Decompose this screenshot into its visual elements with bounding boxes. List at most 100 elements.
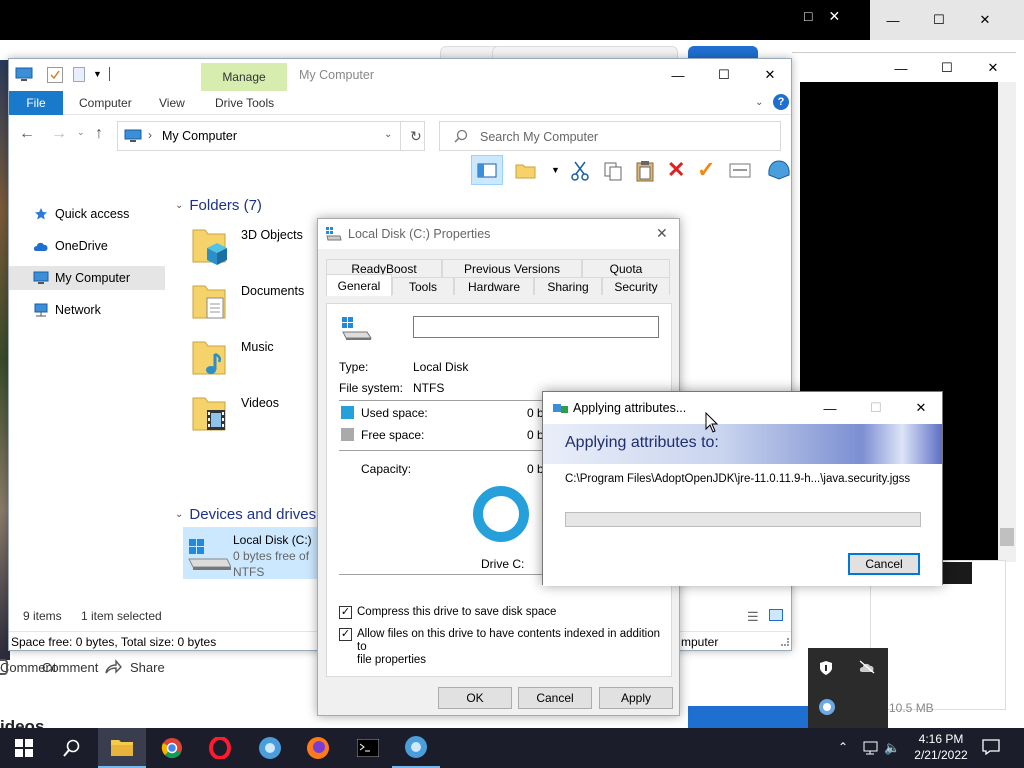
tab-previous-versions[interactable]: Previous Versions: [442, 259, 582, 277]
rename-check-icon[interactable]: ✓: [697, 159, 715, 181]
folder-3d-objects[interactable]: 3D Objects: [191, 224, 321, 276]
nav-onedrive[interactable]: OneDrive: [9, 234, 165, 258]
qat-dropdown-icon[interactable]: ▼: [93, 69, 102, 79]
collapse-chevron-icon: ⌄: [175, 199, 184, 211]
devices-group-header[interactable]: ⌄ Devices and drives: [175, 503, 316, 525]
app-tray-icon[interactable]: [818, 698, 836, 716]
tab-computer[interactable]: Computer: [73, 91, 138, 115]
address-bar[interactable]: › My Computer ⌄ ↻: [117, 121, 425, 151]
app-icon[interactable]: [246, 728, 294, 768]
bg-close2-icon[interactable]: ✕: [828, 8, 840, 25]
opera-icon[interactable]: [196, 728, 244, 768]
apply-minimize-icon[interactable]: —: [807, 392, 853, 424]
bg-restore-icon[interactable]: □: [804, 8, 812, 25]
extra-toolbar: ▼ ✕ ✓: [471, 155, 790, 187]
minimize-icon[interactable]: —: [655, 59, 701, 91]
address-text[interactable]: My Computer: [162, 129, 237, 143]
tab-view[interactable]: View: [153, 91, 191, 115]
expand-ribbon-icon[interactable]: ⌄: [755, 97, 763, 108]
forward-icon[interactable]: →: [51, 125, 67, 143]
details-view-icon[interactable]: ☰: [747, 609, 759, 625]
devices-header-label: Devices and drives: [189, 505, 317, 523]
apply-cancel-button[interactable]: Cancel: [848, 553, 920, 575]
cloud-icon: [33, 238, 49, 254]
firefox-icon[interactable]: [294, 728, 342, 768]
folder-videos-label: Videos: [241, 396, 279, 410]
new-folder-dropdown-icon[interactable]: ▼: [551, 165, 560, 175]
tab-tools[interactable]: Tools: [392, 277, 454, 295]
maximize-icon[interactable]: ☐: [701, 59, 747, 91]
recent-locations-icon[interactable]: ⌄: [77, 127, 85, 138]
folders-group-header[interactable]: ⌄ Folders (7): [175, 194, 262, 216]
show-hidden-icons-icon[interactable]: ⌃: [838, 740, 848, 754]
tab-file[interactable]: File: [9, 91, 63, 115]
folder-documents[interactable]: Documents: [191, 280, 321, 332]
terminal-icon[interactable]: [344, 728, 392, 768]
tab-security[interactable]: Security: [602, 277, 670, 295]
cancel-button[interactable]: Cancel: [518, 687, 592, 709]
breadcrumb-chevron-icon[interactable]: ›: [148, 128, 152, 142]
chrome-icon[interactable]: [148, 728, 196, 768]
compress-checkbox[interactable]: ✓: [339, 606, 352, 619]
bg-minimize-icon[interactable]: —: [870, 0, 916, 40]
shell-icon[interactable]: [767, 159, 791, 181]
properties-icon[interactable]: [729, 163, 751, 179]
share-text[interactable]: Share: [130, 660, 165, 675]
taskbar-search-icon[interactable]: [48, 728, 96, 768]
preview-pane-icon[interactable]: [471, 155, 503, 185]
console-minimize-icon[interactable]: —: [878, 53, 924, 83]
applying-attributes-dialog: Applying attributes... — ☐ ✕ Applying at…: [542, 391, 944, 586]
close-icon[interactable]: ✕: [747, 59, 793, 91]
tab-sharing[interactable]: Sharing: [534, 277, 602, 295]
bg-close-icon[interactable]: ✕: [962, 0, 1008, 40]
start-icon[interactable]: [0, 728, 48, 768]
folder-music[interactable]: Music: [191, 336, 321, 388]
background-blue-button[interactable]: [688, 706, 808, 728]
console-maximize-icon[interactable]: ☐: [924, 53, 970, 83]
drive-c-item[interactable]: Local Disk (C:) 0 bytes free of NTFS: [183, 527, 328, 579]
new-folder-icon[interactable]: [515, 161, 537, 179]
volume-label-input[interactable]: [413, 316, 659, 338]
notifications-icon[interactable]: [982, 739, 1000, 755]
apply-button[interactable]: Apply: [599, 687, 673, 709]
copy-icon[interactable]: [603, 161, 623, 181]
clock[interactable]: 4:16 PM 2/21/2022: [906, 731, 976, 763]
tab-hardware[interactable]: Hardware: [454, 277, 534, 295]
address-dropdown-icon[interactable]: ⌄: [384, 129, 392, 140]
console-scrollbar[interactable]: [998, 82, 1016, 562]
nav-quick-access[interactable]: Quick access: [9, 202, 165, 226]
index-checkbox[interactable]: ✓: [339, 628, 352, 641]
volume-icon[interactable]: 🔈: [884, 740, 900, 756]
onedrive-tray-icon[interactable]: [858, 660, 876, 674]
bg-maximize-icon[interactable]: ☐: [916, 0, 962, 40]
up-icon[interactable]: ↑: [95, 125, 103, 143]
paste-icon[interactable]: [635, 160, 655, 182]
ok-button[interactable]: OK: [438, 687, 512, 709]
defender-icon[interactable]: [818, 660, 834, 676]
tab-quota[interactable]: Quota: [582, 259, 670, 277]
cut-icon[interactable]: [571, 161, 589, 181]
delete-icon[interactable]: ✕: [667, 159, 685, 181]
app-icon-2[interactable]: [392, 728, 440, 768]
network-tray-icon[interactable]: [862, 740, 880, 756]
nav-network[interactable]: Network: [9, 298, 165, 322]
large-icons-view-icon[interactable]: [769, 609, 783, 621]
back-icon[interactable]: ←: [19, 125, 35, 143]
apply-maximize-icon[interactable]: ☐: [853, 392, 899, 424]
tab-drive-tools[interactable]: Drive Tools: [209, 91, 280, 115]
file-explorer-taskbar-icon[interactable]: [98, 728, 146, 768]
properties-qat-icon[interactable]: [47, 67, 63, 83]
nav-my-computer[interactable]: My Computer: [9, 266, 165, 290]
console-close-icon[interactable]: ✕: [970, 53, 1016, 83]
tab-manage[interactable]: Manage: [201, 63, 287, 91]
resize-grip-icon[interactable]: [781, 638, 789, 646]
new-folder-qat-icon[interactable]: [73, 67, 85, 82]
comment-text[interactable]: Comment: [42, 660, 98, 675]
apply-close-icon[interactable]: ✕: [898, 392, 944, 424]
help-icon[interactable]: ?: [773, 94, 789, 110]
search-box[interactable]: Search My Computer: [439, 121, 781, 151]
properties-close-icon[interactable]: ✕: [656, 225, 668, 242]
tab-general[interactable]: General: [326, 274, 392, 296]
folder-videos[interactable]: Videos: [191, 392, 321, 444]
refresh-icon[interactable]: ↻: [410, 128, 422, 145]
